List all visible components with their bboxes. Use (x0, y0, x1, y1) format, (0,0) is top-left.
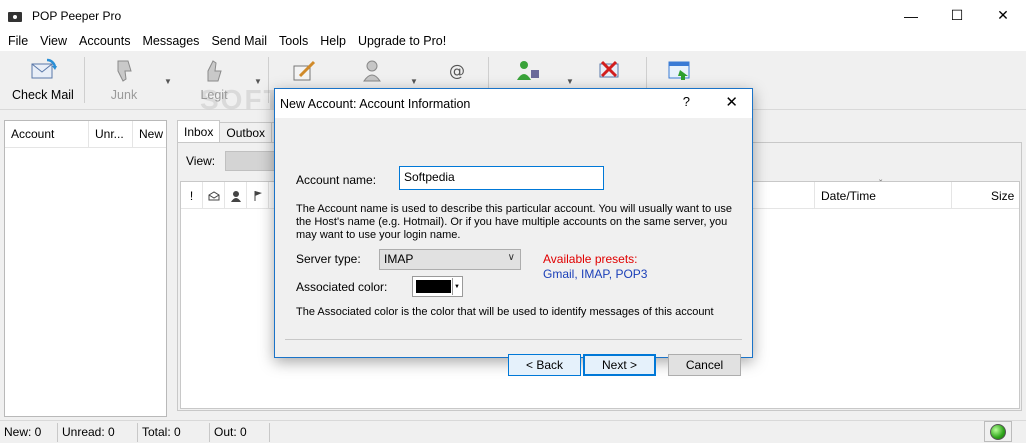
sender-column-header[interactable] (225, 182, 247, 209)
color-swatch (416, 280, 451, 293)
status-new: New: 0 (0, 422, 58, 442)
tab-outbox[interactable]: Outbox (219, 122, 273, 142)
at-icon: @ (440, 57, 472, 85)
svg-text:@: @ (449, 61, 465, 80)
thumbs-down-icon (108, 57, 140, 85)
menu-send-mail[interactable]: Send Mail (205, 34, 273, 48)
close-window-button[interactable]: ✕ (980, 0, 1026, 31)
address-book-button[interactable] (358, 57, 390, 85)
junk-dropdown-icon[interactable]: ▼ (164, 77, 172, 86)
user-icon (358, 57, 390, 85)
check-mail-icon (27, 57, 59, 85)
server-type-label: Server type: (296, 252, 361, 266)
presets-title: Available presets: (543, 252, 638, 266)
flag-column-header[interactable] (247, 182, 269, 209)
new-column-header[interactable]: New (133, 121, 166, 147)
chevron-down-icon: ∨ (507, 252, 515, 263)
mailbox-tabs: Inbox Outbox (177, 120, 286, 142)
color-dropdown-icon: ▼ (452, 278, 461, 295)
status-out: Out: 0 (210, 422, 270, 442)
menu-messages[interactable]: Messages (136, 34, 205, 48)
tray-icon (664, 57, 696, 85)
envelope-icon (208, 190, 219, 200)
dialog-close-button[interactable]: ✕ (725, 93, 738, 111)
associated-color-note: The Associated color is the color that w… (296, 306, 714, 318)
thumbs-up-icon (198, 57, 230, 85)
status-bar: New: 0 Unread: 0 Total: 0 Out: 0 (0, 420, 1026, 443)
account-column-header[interactable]: Account (5, 121, 89, 147)
associated-color-picker[interactable]: ▼ (412, 276, 463, 297)
flag-icon (254, 190, 262, 201)
size-column-header[interactable]: Size (991, 182, 1014, 209)
status-total: Total: 0 (138, 422, 210, 442)
read-status-column-header[interactable] (203, 182, 225, 209)
menu-accounts[interactable]: Accounts (73, 34, 136, 48)
next-button[interactable]: Next > (583, 354, 656, 376)
app-title: POP Peeper Pro (32, 8, 122, 23)
help-button[interactable]: ? (683, 94, 690, 109)
menu-tools[interactable]: Tools (273, 34, 314, 48)
compose-icon (288, 57, 320, 85)
compose-button[interactable] (288, 57, 320, 85)
junk-button[interactable]: Junk (108, 57, 140, 102)
dialog-title: New Account: Account Information (280, 96, 471, 111)
server-type-select[interactable]: IMAP ∨ (379, 249, 521, 270)
date-column-header[interactable]: Date/Time (821, 182, 876, 209)
menu-file[interactable]: File (2, 34, 34, 48)
menu-view[interactable]: View (34, 34, 73, 48)
cancel-button[interactable]: Cancel (668, 354, 741, 376)
dialog-title-bar: New Account: Account Information ? ✕ (275, 89, 752, 118)
account-wizard-button[interactable] (512, 57, 544, 85)
menu-help[interactable]: Help (314, 34, 352, 48)
check-mail-button[interactable]: Check Mail (12, 57, 74, 102)
toolbar-separator (84, 57, 85, 103)
presets-list[interactable]: Gmail, IMAP, POP3 (543, 267, 647, 281)
person-icon (230, 190, 241, 202)
associated-color-label: Associated color: (296, 280, 388, 294)
title-bar: POP Peeper Pro — ☐ ✕ (0, 0, 1026, 31)
accounts-header: Account Unr... New (5, 121, 166, 148)
at-address-button[interactable]: @ (440, 57, 472, 85)
tab-inbox[interactable]: Inbox (177, 120, 221, 142)
minimize-button[interactable]: — (888, 0, 934, 31)
delete-mail-icon (594, 57, 626, 85)
app-icon (8, 8, 24, 24)
accounts-pane: Account Unr... New (4, 120, 167, 417)
view-label: View: (186, 154, 216, 168)
priority-column-header[interactable]: ! (181, 182, 203, 209)
new-account-dialog: New Account: Account Information ? ✕ Acc… (274, 88, 753, 376)
menu-upgrade[interactable]: Upgrade to Pro! (352, 34, 452, 48)
back-button[interactable]: < Back (508, 354, 581, 376)
minimize-to-tray-button[interactable] (664, 57, 696, 85)
unread-column-header[interactable]: Unr... (89, 121, 133, 147)
dialog-separator (285, 339, 742, 340)
check-mail-label: Check Mail (12, 88, 74, 102)
address-dropdown-icon[interactable]: ▼ (410, 77, 418, 86)
account-name-input[interactable]: Softpedia (399, 166, 604, 190)
maximize-button[interactable]: ☐ (934, 0, 980, 31)
account-wizard-icon (512, 57, 544, 85)
delete-button[interactable] (594, 57, 626, 85)
status-unread: Unread: 0 (58, 422, 138, 442)
connection-status-icon[interactable] (990, 424, 1006, 440)
wizard-dropdown-icon[interactable]: ▼ (566, 77, 574, 86)
account-name-description: The Account name is used to describe thi… (296, 203, 732, 241)
server-type-value: IMAP (384, 252, 414, 266)
account-name-label: Account name: (296, 173, 377, 187)
junk-label: Junk (110, 88, 138, 102)
sort-chevron-icon: ˇ (879, 179, 883, 190)
menu-bar: File View Accounts Messages Send Mail To… (0, 31, 1026, 51)
